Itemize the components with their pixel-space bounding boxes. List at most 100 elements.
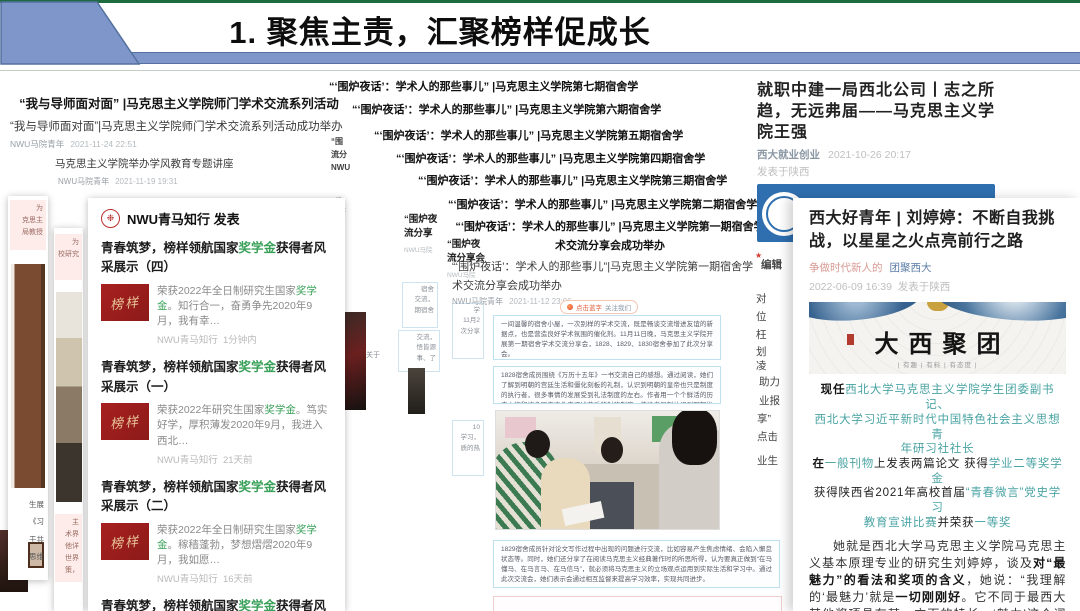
- liu-article-card: 西大好青年 | 刘婷婷：不断自我挑战，以星星之火点亮前行之路 争做时代新人的团聚…: [793, 198, 1080, 611]
- article-headline-7[interactable]: “‘围炉夜话’：学术人的那些事儿” |马克思主义学院第七期宿舍学: [329, 78, 638, 94]
- feed-item-meta: NWU青马知行 1分钟内: [157, 332, 332, 346]
- header-accent-bar: [126, 52, 1080, 64]
- feed-item-title[interactable]: 青春筑梦，榜样领航国家奖学金获得者风采展示（一）: [101, 358, 332, 397]
- feed-item-title[interactable]: 青春筑梦，榜样领航国家奖学金获得者风采展示（四）: [101, 239, 332, 278]
- covered-fragment: 划: [756, 344, 767, 359]
- text-box-fragment: 学 11月2 次分享: [452, 303, 484, 359]
- pill-label-right: 关注我们: [605, 302, 631, 312]
- covered-fragment: 编辑: [761, 257, 782, 272]
- liu-article-paragraph: 她就是西北大学马克思主义学院马克思主义基本原理专业的研究生刘婷婷，谈及对“最魅力…: [809, 538, 1066, 611]
- feed-item-title[interactable]: 青春筑梦，榜样领航国家奖学金获得者风采展示（三）: [101, 597, 332, 611]
- covered-fragment: 点击: [757, 429, 778, 444]
- account-name[interactable]: NWU马院青年: [10, 139, 64, 149]
- publish-time: 2022-06-09 16:39: [809, 281, 892, 293]
- photo-person: [672, 410, 717, 465]
- follow-pill-button[interactable]: 点击蓝字 关注我们: [560, 300, 638, 314]
- article-meta: NWU马院青年 2021-11-24 22:51: [10, 138, 137, 150]
- covered-fragment: 凌: [756, 358, 767, 373]
- covered-fragment: 业生: [757, 453, 778, 468]
- account-name[interactable]: NWU马院青年: [452, 297, 503, 306]
- fragment-title: “围炉夜 流分享: [404, 213, 437, 242]
- publish-time: 2021-11-24 22:51: [70, 139, 136, 149]
- article-headline[interactable]: “我与导师面对面”|马克思主义学院师门学术交流系列活动成功举办: [10, 118, 350, 134]
- article-headline-bold[interactable]: “我与导师面对面” |马克思主义学院师门学术交流系列活动: [14, 93, 344, 112]
- feed-item[interactable]: 青春筑梦，榜样领航国家奖学金获得者风采展示（一） 榜样 荣获2022年研究生国家…: [101, 358, 332, 465]
- pink-header-fragment: 为 校研究: [55, 234, 82, 280]
- banner-calligraphy-title: 大西聚团: [809, 324, 1066, 359]
- feed-account-name[interactable]: NWU青马知行 发表: [127, 209, 240, 228]
- feed-item-thumbnail: 榜样: [101, 284, 149, 321]
- text-box-fragment: 10 学习， 质的热: [452, 420, 484, 476]
- follow-dot-icon: [567, 304, 573, 310]
- door-photo: [11, 264, 45, 488]
- feed-item[interactable]: 青春筑梦，榜样领航国家奖学金获得者风采展示（四） 榜样 荣获2022年全日制研究…: [101, 239, 332, 346]
- account-name[interactable]: 西大就业创业: [757, 149, 820, 161]
- highlight-line: 教育宣讲比赛并荣获一等奖: [809, 516, 1066, 531]
- article-title[interactable]: “‘围炉夜话’：学术人的那些事儿”|马克思主义学院第一期宿舍学术交流分享会成功举…: [452, 258, 754, 297]
- article-headline-1[interactable]: “‘围炉夜话’：学术人的那些事儿” |马克思主义学院第一期宿舍学 术交流分享会成…: [445, 218, 775, 255]
- headline-line-1: “‘围炉夜话’：学术人的那些事儿” |马克思主义学院第一期宿舍学: [445, 218, 775, 237]
- headline-fragment: “围 流分 NWU: [331, 136, 350, 174]
- covered-fragment: 位: [756, 309, 767, 324]
- article-headline-4[interactable]: “‘围炉夜话’：学术人的那些事儿” |马克思主义学院第四期宿舍学: [396, 150, 705, 166]
- slide-canvas: 1. 聚焦主责，汇聚榜样促成长 “围 流分 NWU 晚， 3本 7日 “围炉夜 …: [0, 0, 1080, 611]
- feed-header: ❉ NWU青马知行 发表: [101, 209, 332, 228]
- feed-item-thumbnail: 榜样: [101, 403, 149, 440]
- account-name[interactable]: 团聚西大: [890, 262, 932, 274]
- account-name[interactable]: NWU马院青年: [58, 177, 109, 186]
- job-article-title[interactable]: 就职中建一局西北公司丨志之所趋，无远弗届——马克思主义学院王强: [757, 80, 1007, 143]
- publish-time: 2021-11-19 19:31: [115, 177, 178, 186]
- text-fragment: 关于: [366, 350, 380, 361]
- page-title: 1. 聚焦主责，汇聚榜样促成长: [140, 7, 740, 52]
- fragment-meta: NWU马院: [404, 244, 437, 254]
- feed-item-desc: 荣获2022年研究生国家奖学金。笃实好学，厚积薄发2020年9月，我进入西北…: [157, 403, 332, 449]
- account-seal-icon: ❉: [101, 209, 120, 228]
- article-fragment: “围炉夜 流分享 NWU马院: [404, 213, 437, 254]
- photo-person: [601, 437, 623, 463]
- pink-header-fragment: 主 术界 他详 世界 策，: [55, 514, 82, 582]
- photo-fragment: [408, 368, 425, 414]
- article-meta: NWU马院青年2021-11-12 23:06: [452, 296, 572, 307]
- article-headline-2[interactable]: “‘围炉夜话’：学术人的那些事儿” |马克思主义学院第二期宿舍学: [448, 196, 757, 212]
- feed-item[interactable]: 青春筑梦，榜样领航国家奖学金获得者风采展示（三） 榜样 荣获2022年全日制研究…: [101, 597, 332, 611]
- highlight-line: 西北大学习近平新时代中国特色社会主义思想青: [809, 413, 1066, 442]
- covered-fragment: 助力: [759, 374, 780, 389]
- feed-item[interactable]: 青春筑梦，榜样领航国家奖学金获得者风采展示（二） 榜样 荣获2022年全日制研究…: [101, 478, 332, 585]
- publish-region: 发表于陕西: [757, 164, 810, 179]
- highlight-line: 获得陕西省2021年高校首届“青春微言”党史学习: [809, 486, 1066, 515]
- header-accent-shape: [0, 1, 142, 65]
- liu-article-title[interactable]: 西大好青年 | 刘婷婷：不断自我挑战，以星星之火点亮前行之路: [809, 207, 1066, 253]
- pill-label-left: 点击蓝字: [576, 302, 602, 312]
- thumbnail-calligraphy: 榜样: [109, 530, 141, 552]
- pink-header-fragment: 为 克思主 局教授: [10, 200, 46, 250]
- highlight-line: 年研习社社长: [809, 442, 1066, 457]
- text-box-fragment: 宿舍 交流， 期宿舍: [402, 282, 438, 328]
- article-headline-small[interactable]: 马克思主义学院举办学风教育专题讲座: [55, 156, 234, 171]
- porcelain-arc-decoration: [933, 302, 1066, 326]
- paragraph-box-3: 1829宿舍成员针对论文写作过程中出现的问题进行交流，比如容易产生焦虑情绪、会陷…: [493, 540, 780, 588]
- header-divider: [0, 70, 1080, 71]
- thumbnail-calligraphy: 榜样: [109, 411, 141, 433]
- liu-article-highlights: 现任西北大学马克思主义学院学生团委副书记、 西北大学习近平新时代中国特色社会主义…: [809, 383, 1066, 530]
- top-accent-line: [0, 0, 1080, 3]
- publish-time: 2021-10-26 20:17: [828, 149, 911, 161]
- daxi-banner-image: 大西聚团 | 有趣 | 有料 | 有态度 |: [809, 302, 1066, 374]
- article-headline-5[interactable]: “‘围炉夜话’：学术人的那些事儿” |马克思主义学院第五期宿舍学: [374, 127, 683, 143]
- article-headline-3[interactable]: “‘围炉夜话’：学术人的那些事儿” |马克思主义学院第三期宿舍学: [418, 172, 727, 188]
- liu-article-time: 2022-06-09 16:39 发表于陕西: [809, 279, 1066, 294]
- job-article-meta: 西大就业创业 2021-10-26 20:17: [757, 147, 911, 162]
- covered-fragment: 对: [756, 291, 767, 306]
- article-headline-6[interactable]: “‘围炉夜话’：学术人的那些事儿” |马克思主义学院第六期宿舍学: [352, 101, 661, 117]
- feed-item-thumbnail: 榜样: [101, 523, 149, 560]
- feed-item-title[interactable]: 青春筑梦，榜样领航国家奖学金获得者风采展示（二）: [101, 478, 332, 517]
- porcelain-arc-decoration: [809, 302, 923, 326]
- partial-box: [493, 596, 782, 611]
- feed-item-meta: NWU青马知行 16天前: [157, 571, 332, 585]
- publish-region: 发表于陕西: [898, 281, 951, 293]
- liu-article-meta: 争做时代新人的团聚西大: [809, 260, 1066, 275]
- paragraph-box-2: 1828宿舍成员围绕《万历十五年》一书交流自己的感想。通过阅读，她们了解到明朝的…: [493, 366, 721, 404]
- feed-item-meta: NWU青马知行 21天前: [157, 452, 332, 466]
- text-box-fragment: 交流， 悟皆源 事、了: [398, 330, 440, 372]
- headline-line-2: 术交流分享会成功举办: [445, 237, 775, 256]
- paragraph-box-1: 一间温馨的宿舍小屋，一次别样的学术交流，既是畅谈交流增进友谊的新据点，也是营造良…: [493, 315, 721, 360]
